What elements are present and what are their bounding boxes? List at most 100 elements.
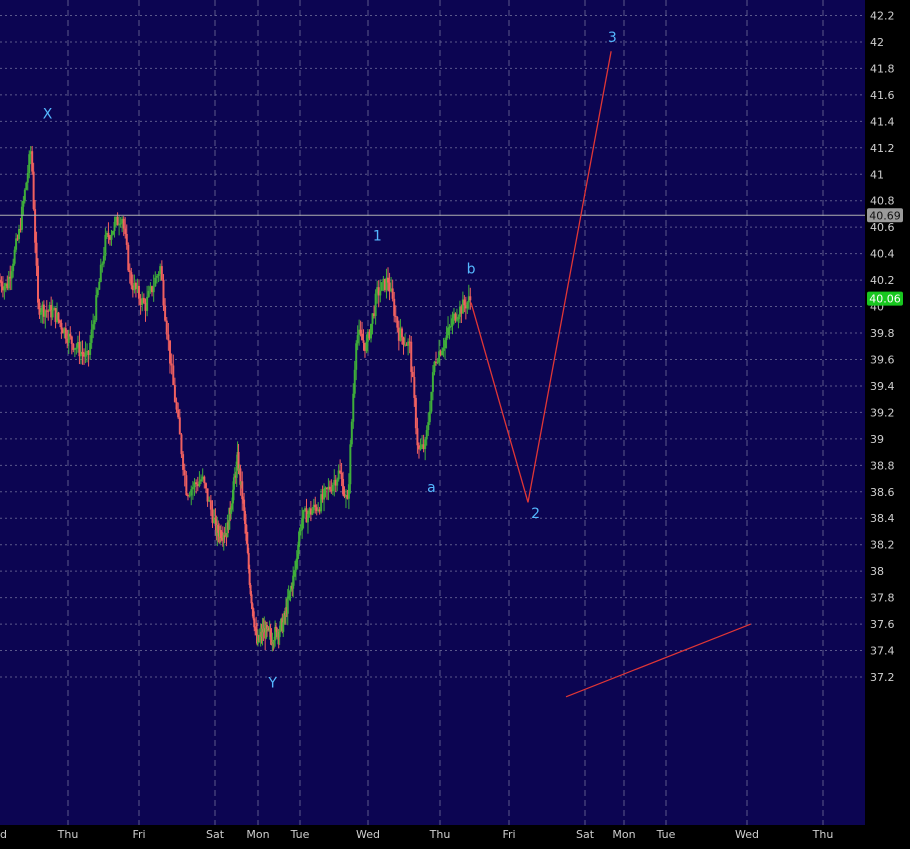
y-tick-label: 37.8 xyxy=(870,592,895,605)
candle-body xyxy=(112,230,115,235)
candle-body xyxy=(195,482,198,485)
candle-body xyxy=(232,477,235,490)
candle-body xyxy=(302,510,305,519)
candle-body xyxy=(361,333,364,341)
candle-body xyxy=(204,483,207,489)
candle-body xyxy=(400,328,403,338)
candle-body xyxy=(359,329,362,334)
price-chart[interactable]: X Y 1 a b 2 3 37.2 37.4 37.6 37.8 38 38.2 38.4 38.6 38.… xyxy=(0,0,910,849)
x-tick-label: Mon xyxy=(612,828,635,841)
x-tick-label: Fri xyxy=(132,828,145,841)
y-tick-label: 42 xyxy=(870,36,884,49)
candle-body xyxy=(466,302,469,309)
y-tick-label: 41.2 xyxy=(870,142,895,155)
candle-body xyxy=(391,288,394,299)
candle-body xyxy=(436,362,439,364)
candle-body xyxy=(157,274,160,276)
candle-body xyxy=(352,393,355,422)
y-tick-label: 41 xyxy=(870,168,884,181)
candle-body xyxy=(448,326,451,328)
wave-label[interactable]: Y xyxy=(267,676,277,692)
candle-body xyxy=(445,335,448,341)
y-tick-label: 38.4 xyxy=(870,512,895,525)
candle-body xyxy=(410,341,413,372)
wave-label[interactable]: 2 xyxy=(531,506,540,522)
candle-body xyxy=(347,484,350,499)
y-tick-label: 41.4 xyxy=(870,115,895,128)
wave-label[interactable]: b xyxy=(467,261,476,277)
candle-body xyxy=(369,323,372,339)
candle-body xyxy=(23,189,26,201)
candle-body xyxy=(457,316,460,320)
y-tick-label: 41.8 xyxy=(870,62,895,75)
candle-body xyxy=(353,369,356,394)
candle-body xyxy=(37,265,40,303)
candle-body xyxy=(172,365,175,385)
candle-body xyxy=(90,329,93,343)
candle-body xyxy=(299,530,302,532)
candle-body xyxy=(162,279,165,306)
candle-body xyxy=(311,510,314,515)
candle-body xyxy=(380,282,383,291)
candle-body xyxy=(425,430,428,440)
wave-label[interactable]: a xyxy=(427,480,436,496)
candle-body xyxy=(84,352,87,357)
candle-body xyxy=(374,293,377,317)
y-tick-label: 41.6 xyxy=(870,89,895,102)
candle-body xyxy=(99,264,102,282)
candle-body xyxy=(35,242,38,266)
candle-body xyxy=(451,318,454,326)
candle-body xyxy=(402,337,405,345)
candle-body xyxy=(39,312,42,315)
candle-body xyxy=(365,341,368,351)
candle-body xyxy=(450,325,453,327)
candle-body xyxy=(323,488,326,500)
y-tick-label: 42.2 xyxy=(870,10,895,23)
x-tick-label: Tue xyxy=(656,828,676,841)
candle-body xyxy=(95,295,98,321)
x-tick-label: Mon xyxy=(246,828,269,841)
candle-body xyxy=(169,340,172,364)
candle-body xyxy=(447,327,450,336)
y-tick-label: 40.8 xyxy=(870,195,895,208)
candle-body xyxy=(206,488,209,502)
candle-body xyxy=(152,286,155,293)
candle-body xyxy=(339,470,342,473)
wave-label[interactable]: 3 xyxy=(608,30,617,46)
candle-body xyxy=(413,376,416,398)
candle-body xyxy=(198,481,201,487)
candle-body xyxy=(128,270,131,273)
candle-body xyxy=(110,234,113,240)
candle-body xyxy=(146,296,149,311)
candle-body xyxy=(124,228,127,234)
candle-body xyxy=(164,305,167,321)
candle-body xyxy=(340,472,343,479)
candle-body xyxy=(92,324,95,330)
y-tick-label: 37.4 xyxy=(870,645,895,658)
y-tick-label: 39.6 xyxy=(870,353,895,366)
candle-body xyxy=(178,417,181,435)
candle-body xyxy=(64,328,67,339)
candle-body xyxy=(411,371,414,377)
candle-body xyxy=(185,475,188,496)
candle-body xyxy=(455,319,458,321)
candle-body xyxy=(362,340,365,343)
wave-label[interactable]: X xyxy=(43,107,53,123)
x-tick-label: Thu xyxy=(429,828,451,841)
candle-body xyxy=(328,486,331,490)
candle-body xyxy=(0,280,1,282)
candle-body xyxy=(118,224,121,226)
candle-body xyxy=(442,348,445,351)
candle-body xyxy=(331,484,334,492)
candle-body xyxy=(306,514,309,523)
candle-body xyxy=(122,218,125,229)
candle-body xyxy=(10,271,13,279)
candle-body xyxy=(13,249,16,264)
candle-body xyxy=(170,363,173,366)
candle-body xyxy=(301,518,304,531)
wave-label[interactable]: 1 xyxy=(373,228,382,244)
x-tick-label: Thu xyxy=(812,828,834,841)
y-tick-label: 38.2 xyxy=(870,539,895,552)
y-tick-label: 39 xyxy=(870,433,884,446)
last-price-label: 40.06 xyxy=(869,293,901,306)
